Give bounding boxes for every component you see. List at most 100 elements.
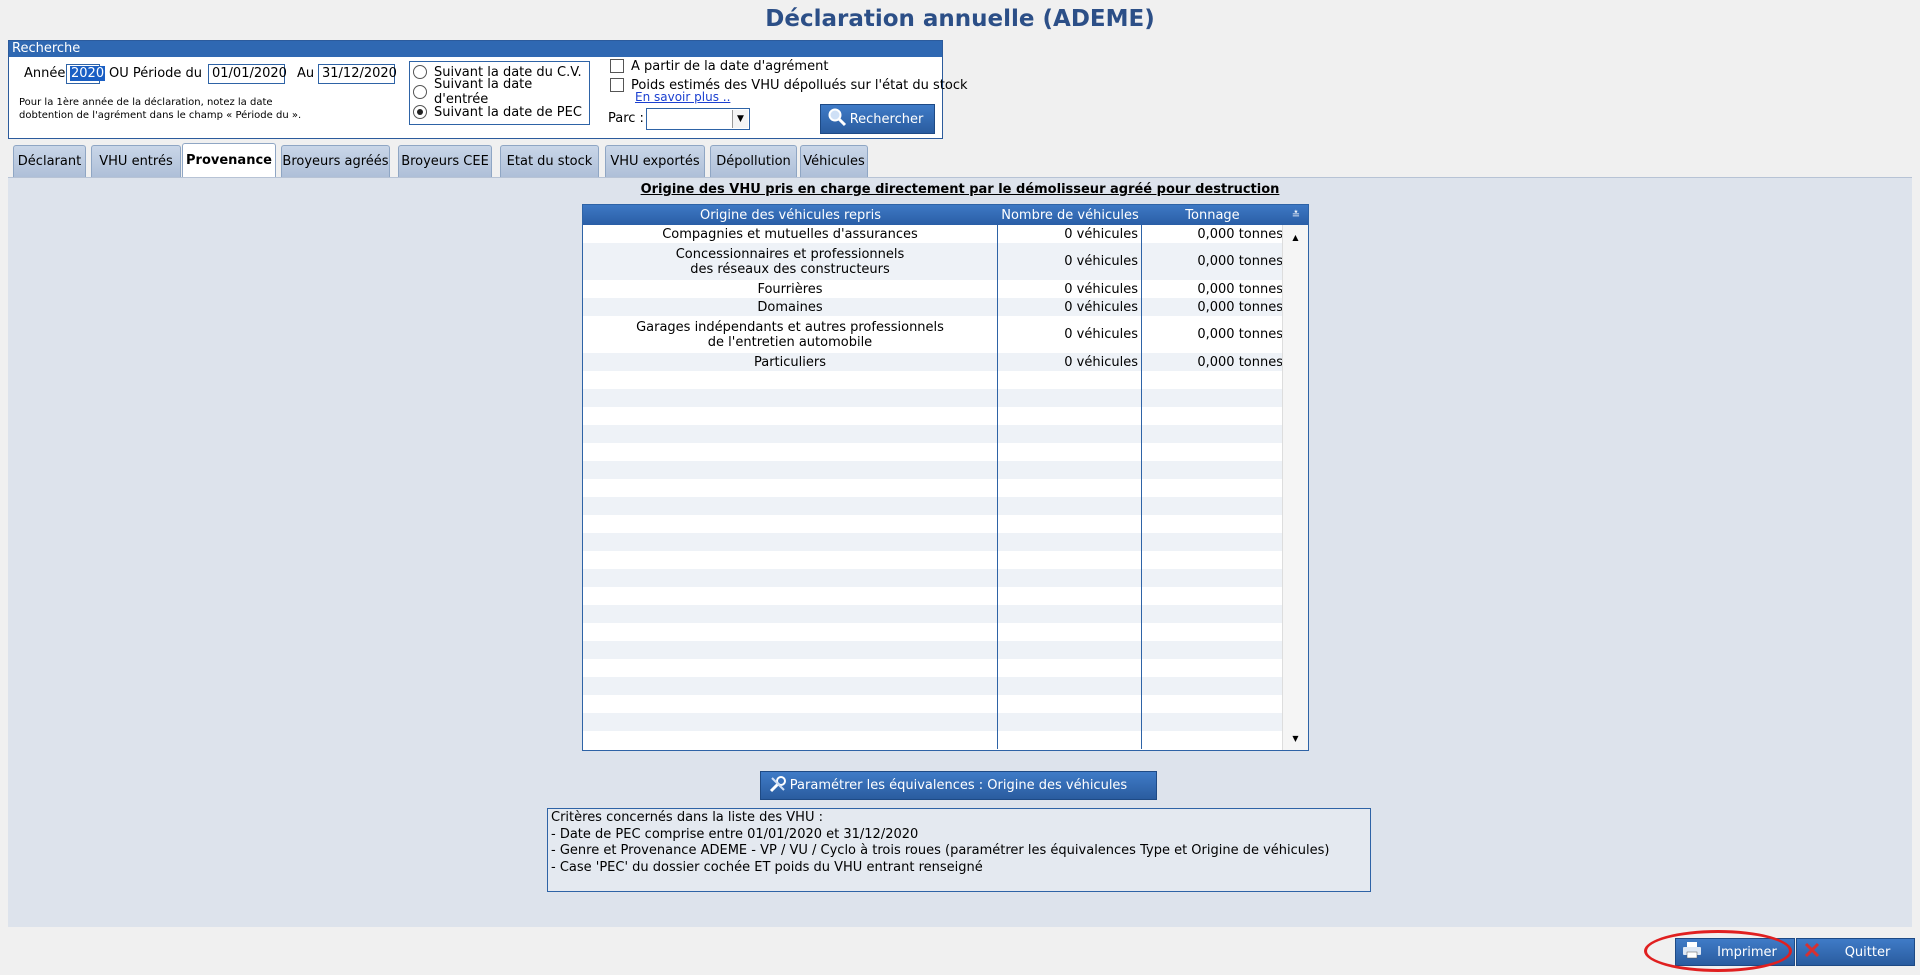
- empty-cell: [1142, 479, 1283, 497]
- empty-cell: [583, 371, 998, 389]
- column-header-nombre[interactable]: Nombre de véhicules: [998, 205, 1142, 225]
- empty-cell: [998, 461, 1142, 479]
- parc-label: Parc :: [608, 111, 644, 126]
- year-label: Année: [24, 66, 66, 81]
- search-button[interactable]: Rechercher: [820, 104, 935, 134]
- tab-provenance[interactable]: Provenance: [182, 143, 276, 177]
- empty-cell: [583, 461, 998, 479]
- empty-cell: [998, 443, 1142, 461]
- radio-button[interactable]: [413, 85, 427, 99]
- table-scrollbar[interactable]: ▲ ▼: [1282, 225, 1308, 750]
- empty-cell: [998, 731, 1142, 749]
- table-row[interactable]: Concessionnaires et professionnels des r…: [583, 243, 1308, 280]
- empty-cell: [1142, 677, 1283, 695]
- empty-cell: [583, 389, 998, 407]
- cell-origine: Compagnies et mutuelles d'assurances: [583, 225, 998, 243]
- table-row-empty: [583, 461, 1308, 479]
- param-equivalences-button[interactable]: Paramétrer les équivalences : Origine de…: [760, 771, 1157, 800]
- scroll-up-icon[interactable]: ▲: [1283, 227, 1308, 247]
- table-row-empty: [583, 371, 1308, 389]
- table-row[interactable]: Domaines 0 véhicules 0,000 tonnes: [583, 298, 1308, 316]
- table-header: Origine des véhicules repris Nombre de v…: [583, 205, 1308, 225]
- table-row-empty: [583, 659, 1308, 677]
- cell-tonnage: 0,000 tonnes: [1197, 254, 1283, 269]
- empty-cell: [998, 497, 1142, 515]
- empty-cell: [1142, 371, 1283, 389]
- chevron-down-icon[interactable]: ▼: [732, 110, 748, 128]
- cell-origine: Fourrières: [583, 280, 998, 298]
- empty-cell: [1142, 623, 1283, 641]
- empty-cell: [1142, 515, 1283, 533]
- empty-cell: [998, 587, 1142, 605]
- table-body: Compagnies et mutuelles d'assurances 0 vé…: [583, 225, 1308, 749]
- table-row[interactable]: Garages indépendants et autres professio…: [583, 316, 1308, 353]
- cell-nombre: 0 véhicules: [998, 353, 1142, 371]
- empty-cell: [583, 731, 998, 749]
- tab-broyeurs-cee[interactable]: Broyeurs CEE: [398, 145, 492, 177]
- cell-tonnage: 0,000 tonnes: [1197, 327, 1283, 342]
- criteria-line: - Date de PEC comprise entre 01/01/2020 …: [551, 826, 919, 842]
- cell-nombre: 0 véhicules: [998, 298, 1142, 316]
- column-header-tonnage[interactable]: Tonnage: [1142, 205, 1283, 225]
- year-input[interactable]: 2020: [66, 64, 106, 84]
- empty-cell: [583, 623, 998, 641]
- radio-date-entree[interactable]: Suivant la date d'entrée: [410, 77, 589, 107]
- scroll-down-icon[interactable]: ▼: [1283, 728, 1308, 748]
- empty-cell: [583, 479, 998, 497]
- empty-cell: [998, 515, 1142, 533]
- empty-cell: [998, 659, 1142, 677]
- radio-button-selected[interactable]: [413, 105, 427, 119]
- empty-cell: [998, 479, 1142, 497]
- period-to-input[interactable]: 31/12/2020: [318, 64, 397, 84]
- empty-cell: [998, 677, 1142, 695]
- period-to-label: Au: [297, 66, 315, 81]
- empty-cell: [998, 533, 1142, 551]
- search-icon: [827, 107, 847, 131]
- table-row-empty: [583, 479, 1308, 497]
- empty-cell: [998, 551, 1142, 569]
- empty-cell: [1142, 407, 1283, 425]
- cell-tonnage: 0,000 tonnes: [1197, 281, 1283, 297]
- empty-cell: [998, 623, 1142, 641]
- empty-cell: [583, 641, 998, 659]
- tab-vehicules[interactable]: Véhicules: [800, 145, 868, 177]
- close-icon: [1803, 941, 1821, 963]
- tab-vhu-exportes[interactable]: VHU exportés: [605, 145, 705, 177]
- column-header-origine[interactable]: Origine des véhicules repris: [583, 205, 998, 225]
- learn-more-link[interactable]: En savoir plus ..: [635, 90, 730, 104]
- empty-cell: [1142, 641, 1283, 659]
- date-mode-radio-group: Suivant la date du C.V. Suivant la date …: [409, 61, 590, 125]
- empty-cell: [583, 497, 998, 515]
- empty-cell: [1142, 497, 1283, 515]
- tab-depollution[interactable]: Dépollution: [710, 145, 797, 177]
- table-row[interactable]: Compagnies et mutuelles d'assurances 0 vé…: [583, 225, 1308, 243]
- table-row-empty: [583, 641, 1308, 659]
- checkbox-poids[interactable]: [610, 78, 624, 92]
- cell-origine: Domaines: [583, 298, 998, 316]
- double-chevron-down-icon[interactable]: ≛: [1286, 205, 1306, 225]
- empty-cell: [1142, 605, 1283, 623]
- checkbox-agrement[interactable]: [610, 59, 624, 73]
- note-line-1: Pour la 1ère année de la déclaration, no…: [19, 97, 273, 108]
- tab-broyeurs-agrees[interactable]: Broyeurs agréés: [281, 145, 390, 177]
- period-from-input[interactable]: 01/01/2020: [208, 64, 287, 84]
- parc-select[interactable]: ▼: [646, 108, 750, 130]
- table-row[interactable]: Fourrières 0 véhicules 0,000 tonnes: [583, 280, 1308, 298]
- table-row-empty: [583, 605, 1308, 623]
- table-row-empty: [583, 677, 1308, 695]
- radio-date-pec[interactable]: Suivant la date de PEC: [410, 102, 589, 122]
- table-row[interactable]: Particuliers 0 véhicules 0,000 tonnes: [583, 353, 1308, 371]
- radio-button[interactable]: [413, 65, 427, 79]
- quit-button[interactable]: Quitter: [1796, 938, 1915, 966]
- empty-cell: [1142, 551, 1283, 569]
- first-year-note: Pour la 1ère année de la déclaration, no…: [19, 96, 301, 122]
- empty-cell: [583, 659, 998, 677]
- empty-cell: [583, 695, 998, 713]
- tab-declarant[interactable]: Déclarant: [13, 145, 86, 177]
- cell-origine: Garages indépendants et autres professio…: [583, 316, 998, 353]
- param-button-label: Paramétrer les équivalences : Origine de…: [789, 778, 1128, 793]
- tab-vhu-entres[interactable]: VHU entrés: [91, 145, 181, 177]
- empty-cell: [998, 389, 1142, 407]
- page-title: Déclaration annuelle (ADEME): [765, 6, 1155, 32]
- tab-etat-du-stock[interactable]: Etat du stock: [500, 145, 599, 177]
